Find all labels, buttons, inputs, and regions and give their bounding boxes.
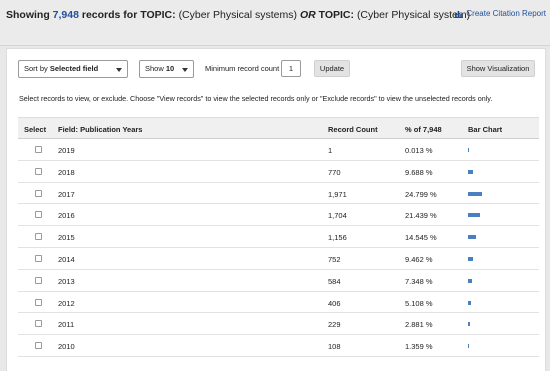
- row-record-count: 584: [328, 276, 341, 286]
- row-percent: 1.359 %: [405, 342, 433, 352]
- row-year: 2017: [58, 189, 75, 199]
- row-record-count: 752: [328, 254, 341, 264]
- row-bar: [468, 213, 481, 218]
- row-year: 2011: [58, 320, 75, 330]
- row-record-count: 1,156: [328, 233, 347, 243]
- row-bar: [468, 191, 482, 196]
- topic-value-1: (Cyber Physical systems): [178, 9, 298, 21]
- sort-value: Selected field: [49, 64, 99, 73]
- analysis-panel: Sort by Selected field Show 10 Minimum r…: [6, 48, 546, 371]
- row-bar: [468, 278, 473, 283]
- citation-link-label[interactable]: Create Citation Report: [466, 9, 546, 18]
- row-select-checkbox[interactable]: [35, 298, 42, 306]
- bar-chart-icon: [454, 10, 464, 18]
- row-year: 2018: [58, 167, 75, 177]
- row-select-checkbox[interactable]: [35, 167, 42, 175]
- row-bar: [468, 235, 477, 240]
- row-record-count: 108: [328, 342, 341, 352]
- row-bar: [468, 256, 474, 261]
- row-percent: 5.108 %: [405, 298, 433, 308]
- row-year: 2019: [58, 146, 75, 155]
- table-row: 2013 584 7.348 %: [18, 270, 539, 292]
- header-field[interactable]: Field: Publication Years: [58, 125, 142, 134]
- min-record-count-input[interactable]: 1: [281, 60, 301, 77]
- row-bar: [468, 169, 474, 174]
- row-record-count: 229: [328, 320, 341, 330]
- row-select-checkbox[interactable]: [35, 320, 42, 328]
- controls-bar: Sort by Selected field Show 10 Minimum r…: [18, 60, 535, 78]
- table-body: 2019 1 0.013 % 2018 770 9.688 % 2017 1,971 24.79…: [18, 139, 539, 357]
- row-bar: [468, 148, 469, 152]
- update-button[interactable]: Update: [314, 60, 350, 77]
- row-bar: [468, 300, 471, 305]
- topic-keyword-2: TOPIC:: [318, 9, 355, 21]
- row-record-count: 1: [328, 146, 333, 155]
- record-total[interactable]: 7,948: [53, 9, 79, 21]
- row-year: 2016: [58, 211, 75, 221]
- table-row: 2010 108 1.359 %: [18, 335, 539, 357]
- table-row: 2017 1,971 24.799 %: [18, 183, 539, 205]
- row-record-count: 770: [328, 167, 341, 177]
- row-percent: 9.688 %: [405, 167, 433, 177]
- header-select: Select: [24, 125, 47, 134]
- row-select-checkbox[interactable]: [35, 342, 42, 350]
- table-row: 2019 1 0.013 %: [18, 139, 539, 161]
- instructions-text: Select records to view, or exclude. Choo…: [19, 94, 493, 103]
- row-select-checkbox[interactable]: [35, 254, 42, 262]
- header-percent: % of 7,948: [405, 125, 442, 134]
- or-operator: OR: [299, 9, 316, 21]
- row-percent: 24.799 %: [405, 189, 437, 199]
- sort-select[interactable]: Sort by Selected field: [18, 60, 128, 78]
- table-row: 2014 752 9.462 %: [18, 248, 539, 270]
- row-select-checkbox[interactable]: [35, 276, 42, 284]
- table-row: 2015 1,156 14.545 %: [18, 226, 539, 248]
- row-year: 2014: [58, 254, 75, 264]
- results-table: Select Field: Publication Years Record C…: [18, 117, 539, 357]
- chevron-down-icon: [182, 68, 188, 72]
- row-percent: 7.348 %: [405, 276, 433, 286]
- row-record-count: 1,704: [328, 211, 347, 221]
- row-bar: [468, 344, 469, 349]
- header-bar-chart: Bar Chart: [468, 125, 503, 134]
- row-year: 2012: [58, 298, 75, 308]
- row-percent: 0.013 %: [405, 146, 433, 155]
- show-value: 10: [165, 64, 175, 73]
- create-citation-report-link[interactable]: Create Citation Report: [454, 9, 546, 18]
- showing-label: Showing: [6, 9, 50, 21]
- results-title: Showing 7,948 records for TOPIC: (Cyber …: [6, 9, 470, 21]
- row-bar: [468, 322, 470, 327]
- row-year: 2010: [58, 342, 75, 352]
- show-prefix: Show: [145, 64, 164, 73]
- header-record-count[interactable]: Record Count: [328, 125, 378, 134]
- min-record-count-label: Minimum record count: [205, 64, 280, 73]
- row-percent: 9.462 %: [405, 254, 433, 264]
- topic-value-2: (Cyber Physical system): [356, 9, 471, 21]
- results-header: Showing 7,948 records for TOPIC: (Cyber …: [0, 0, 550, 46]
- records-for-label: records for: [81, 9, 138, 21]
- row-select-checkbox[interactable]: [35, 233, 42, 241]
- row-record-count: 1,971: [328, 189, 347, 199]
- chevron-down-icon: [116, 68, 122, 72]
- topic-keyword-1: TOPIC:: [140, 9, 176, 21]
- row-record-count: 406: [328, 298, 341, 308]
- row-percent: 21.439 %: [405, 211, 437, 221]
- table-row: 2011 229 2.881 %: [18, 313, 539, 336]
- show-count-select[interactable]: Show 10: [139, 60, 194, 78]
- row-percent: 2.881 %: [405, 320, 433, 330]
- row-select-checkbox[interactable]: [35, 146, 42, 153]
- table-header: Select Field: Publication Years Record C…: [18, 117, 539, 139]
- show-visualization-button[interactable]: Show Visualization: [461, 60, 535, 77]
- sort-prefix: Sort by: [24, 64, 48, 73]
- row-year: 2015: [58, 233, 75, 243]
- table-row: 2012 406 5.108 %: [18, 292, 539, 314]
- table-row: 2018 770 9.688 %: [18, 161, 539, 183]
- row-year: 2013: [58, 276, 75, 286]
- row-percent: 14.545 %: [405, 233, 437, 243]
- row-select-checkbox[interactable]: [35, 189, 42, 197]
- table-row: 2016 1,704 21.439 %: [18, 204, 539, 227]
- row-select-checkbox[interactable]: [35, 211, 42, 219]
